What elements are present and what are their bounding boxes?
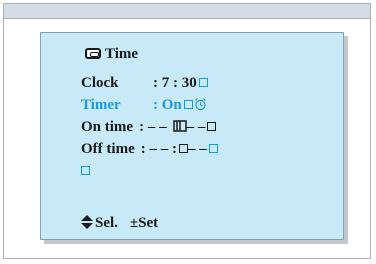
on-time-value: : – – <box>139 119 167 135</box>
menu-title: Time <box>85 45 138 63</box>
timer-cursor-box <box>183 100 193 109</box>
clock-cursor-box <box>198 78 208 87</box>
time-menu-panel: Time Clock : 7 : 30 Timer : On On time : – … <box>40 32 344 240</box>
on-time-suffix: – – <box>186 119 206 135</box>
on-time-row[interactable]: On time : – – – – <box>81 118 217 137</box>
power-on-icon <box>172 119 187 137</box>
on-time-label: On time <box>81 119 134 135</box>
off-time-suffix: – – <box>187 141 207 157</box>
off-time-cursor-box <box>208 144 218 153</box>
menu-title-text: Time <box>105 46 139 62</box>
set-label: Set <box>138 215 159 231</box>
clock-label: Clock <box>81 75 119 91</box>
clock-value: : 7 : 30 <box>153 75 197 91</box>
off-time-row[interactable]: Off time : – – : – – <box>81 140 218 158</box>
navigation-hint: Sel. ±Set <box>81 215 158 234</box>
timer-value: : On <box>153 97 182 113</box>
extra-cursor-box <box>81 166 90 175</box>
top-bar <box>4 4 370 19</box>
extra-row <box>81 162 90 180</box>
off-time-box <box>178 144 188 153</box>
tv-icon <box>85 48 101 59</box>
timer-label: Timer <box>81 97 121 113</box>
off-time-value: : – – : <box>140 141 177 157</box>
up-down-arrow-icon <box>81 215 93 234</box>
plus-minus-icon: ± <box>129 215 139 231</box>
timer-row[interactable]: Timer : On <box>81 96 207 116</box>
select-label: Sel. <box>95 215 118 231</box>
alarm-clock-icon <box>194 97 207 116</box>
on-time-box <box>207 122 217 131</box>
clock-row[interactable]: Clock : 7 : 30 <box>81 74 208 92</box>
screen-frame: Time Clock : 7 : 30 Timer : On On time : – … <box>3 3 371 259</box>
off-time-label: Off time <box>81 141 135 157</box>
